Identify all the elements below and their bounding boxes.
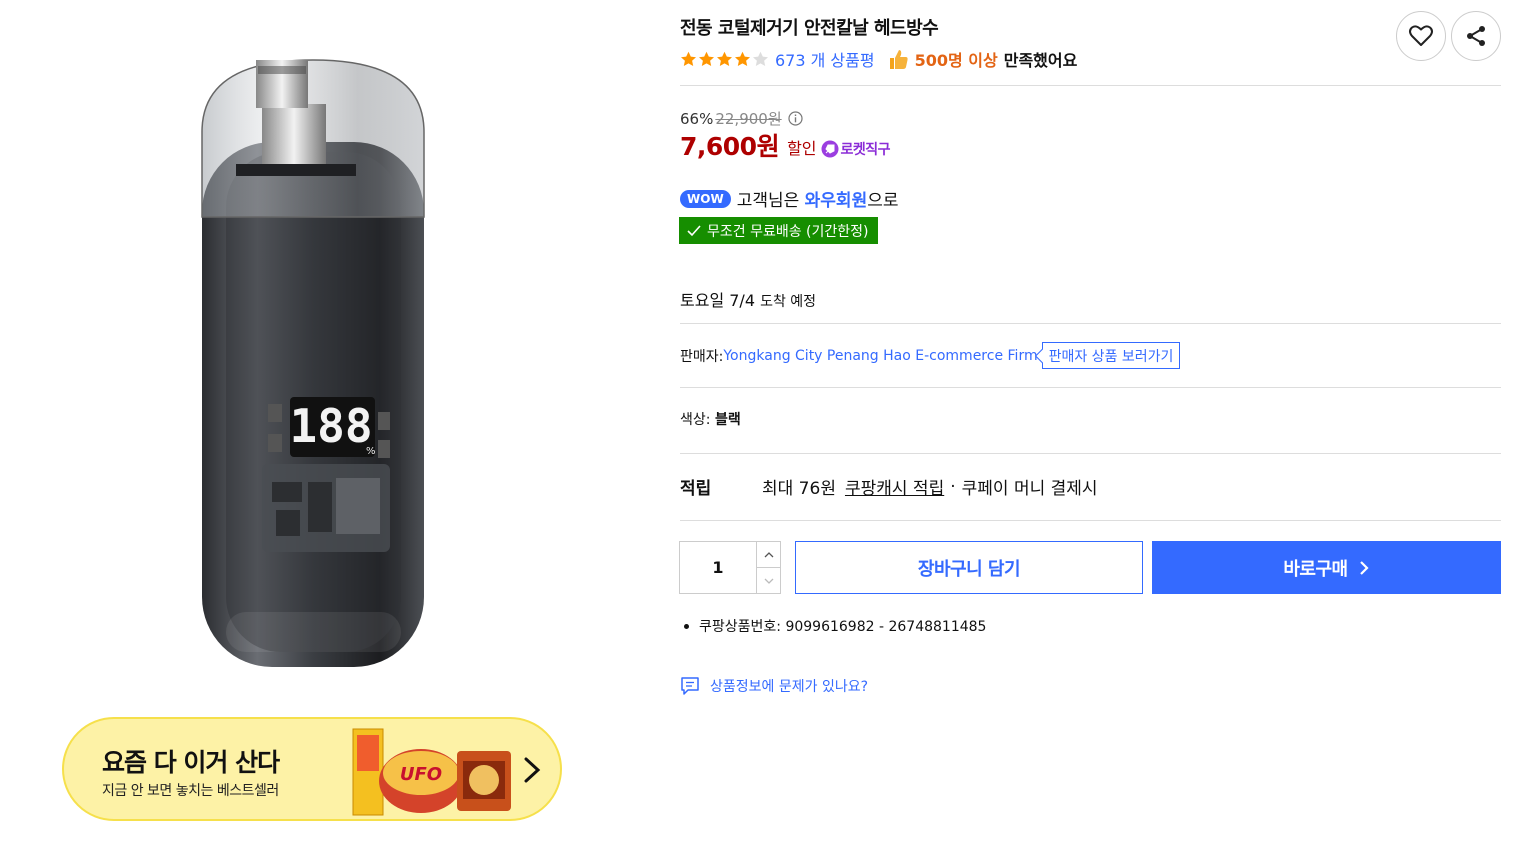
- reward-label: 적립: [680, 479, 712, 499]
- product-title: 전동 코털제거기 안전칼날 헤드방수: [680, 18, 939, 39]
- divider: [680, 520, 1501, 521]
- color-option: 색상: 블랙: [680, 409, 741, 429]
- add-to-cart-button[interactable]: 장바구니 담기: [795, 541, 1143, 594]
- divider: [680, 323, 1501, 324]
- banner-title: 요즘 다 이거 산다: [102, 748, 280, 777]
- seller-label: 판매자:: [680, 348, 724, 365]
- check-icon: [687, 224, 701, 236]
- wow-text-suffix: 으로: [867, 191, 899, 211]
- rocket-direct-badge: 로켓직구: [821, 139, 891, 159]
- report-issue-link[interactable]: 상품정보에 문제가 있나요?: [680, 676, 868, 696]
- satisfaction-count: 500명 이상: [914, 51, 998, 70]
- seller-name-link[interactable]: Yongkang City Penang Hao E-commerce Firm: [723, 348, 1037, 364]
- star-icon: [699, 51, 714, 66]
- discount-row: 66% 22,900원: [680, 108, 803, 129]
- share-icon: [1467, 26, 1485, 46]
- sale-price: 7,600원: [680, 132, 780, 161]
- svg-text:UFO: UFO: [400, 764, 442, 785]
- star-icon: [681, 51, 696, 66]
- reward-separator: ·: [950, 476, 956, 497]
- seller-row: 판매자: Yongkang City Penang Hao E-commerce…: [680, 342, 1181, 369]
- chevron-down-icon: [764, 578, 773, 584]
- product-image[interactable]: 188 %: [196, 52, 431, 674]
- star-icon: [753, 51, 768, 66]
- arrival-date: 토요일 7/4: [680, 291, 755, 310]
- star-icon: [717, 51, 732, 66]
- divider: [680, 453, 1501, 454]
- wow-badge: WOW: [680, 189, 731, 208]
- reward-suffix: 쿠페이 머니 결제시: [961, 479, 1098, 499]
- wow-text-prefix: 고객님은: [736, 191, 805, 211]
- product-number: 쿠팡상품번호: 9099616982 - 26748811485: [684, 616, 986, 636]
- review-count-link[interactable]: 673 개 상품평: [775, 47, 875, 71]
- discount-rate: 66%: [680, 109, 714, 128]
- heart-icon: [1409, 25, 1433, 46]
- rating-row: 673 개 상품평 500명 이상 만족했어요: [680, 48, 1077, 70]
- quantity-increase-button[interactable]: [757, 542, 780, 568]
- share-button[interactable]: [1451, 11, 1501, 61]
- reward-amount: 최대 76원: [762, 479, 836, 499]
- thumbs-up-icon: [889, 50, 908, 69]
- chevron-right-icon: [524, 757, 541, 783]
- product-number-text: 쿠팡상품번호: 9099616982 - 26748811485: [699, 619, 987, 635]
- wow-member-row: WOW 고객님은 와우회원으로: [680, 186, 899, 211]
- comment-icon: [681, 677, 699, 695]
- buy-now-button[interactable]: 바로구매: [1152, 541, 1501, 594]
- satisfaction-text: 만족했어요: [1003, 51, 1078, 70]
- rocket-badge-text: 로켓직구: [840, 142, 891, 158]
- arrival-estimate: 토요일 7/4 도착 예정: [680, 287, 816, 311]
- wow-text: 고객님은 와우회원으로: [737, 186, 899, 211]
- banner-products-image: UFO: [352, 728, 511, 816]
- quantity-decrease-button[interactable]: [757, 568, 780, 593]
- star-rating[interactable]: [680, 51, 769, 67]
- seller-products-button[interactable]: 판매자 상품 보러가기: [1041, 342, 1181, 369]
- reward-row: 적립 최대 76원 쿠팡캐시 적립 · 쿠페이 머니 결제시: [680, 474, 1098, 500]
- free-shipping-badge: 무조건 무료배송 (기간한정): [679, 217, 878, 244]
- svg-text:188: 188: [289, 399, 372, 453]
- divider: [680, 85, 1501, 86]
- sale-label: 할인: [787, 139, 817, 158]
- original-price: 22,900원: [715, 110, 782, 128]
- option-label: 색상:: [680, 412, 715, 428]
- divider: [680, 387, 1501, 388]
- report-issue-text: 상품정보에 문제가 있나요?: [710, 679, 869, 695]
- svg-text:%: %: [366, 446, 376, 457]
- quantity-stepper: [679, 541, 781, 594]
- info-icon[interactable]: [788, 111, 803, 126]
- favorite-button[interactable]: [1396, 11, 1446, 61]
- bullet: [684, 623, 689, 629]
- banner-subtitle: 지금 안 보면 놓치는 베스트셀러: [102, 783, 279, 799]
- chevron-up-icon: [764, 551, 773, 557]
- chevron-right-icon: [1359, 560, 1369, 575]
- quantity-input[interactable]: [680, 542, 756, 593]
- quantity-steppers: [756, 542, 780, 593]
- buy-now-label: 바로구매: [1283, 558, 1348, 580]
- free-shipping-text: 무조건 무료배송 (기간한정): [707, 223, 869, 240]
- rocket-icon: [821, 140, 839, 158]
- arrival-suffix: 도착 예정: [760, 294, 817, 310]
- coupang-cash-link[interactable]: 쿠팡캐시 적립: [845, 474, 944, 499]
- wow-member-link[interactable]: 와우회원: [805, 191, 868, 211]
- price-row: 7,600원 할인 로켓직구: [680, 131, 891, 163]
- star-icon: [735, 51, 750, 66]
- bestseller-banner[interactable]: 요즘 다 이거 산다 지금 안 보면 놓치는 베스트셀러 UFO: [62, 717, 562, 821]
- option-value: 블랙: [714, 412, 741, 428]
